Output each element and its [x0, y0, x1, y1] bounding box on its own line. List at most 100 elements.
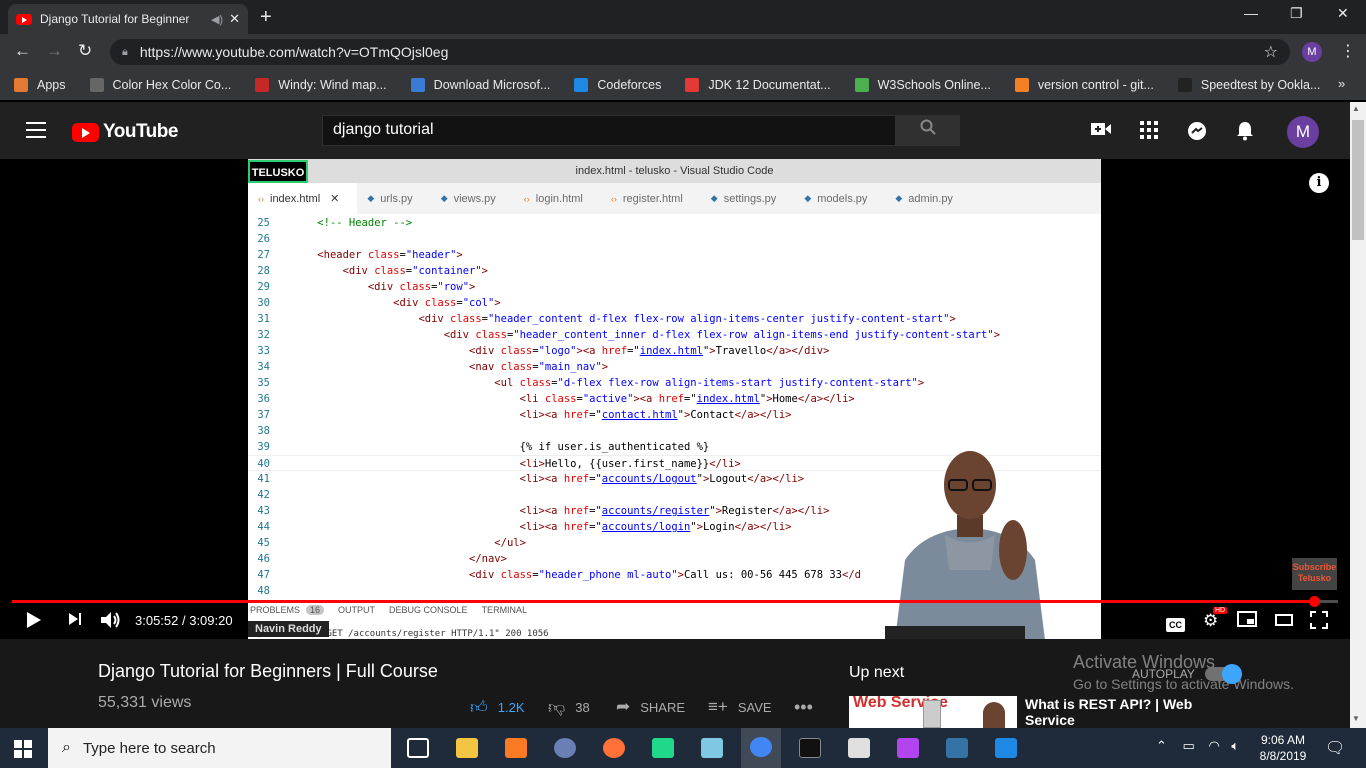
python-icon[interactable]	[944, 736, 970, 760]
code-token: <li><a	[519, 521, 564, 533]
code-token: class	[450, 313, 482, 325]
youtube-favicon-icon	[16, 13, 32, 25]
task-view-icon[interactable]	[405, 736, 431, 760]
firefox-icon[interactable]	[601, 736, 627, 760]
pycharm-icon[interactable]	[650, 736, 676, 760]
theater-mode-icon[interactable]	[1275, 611, 1293, 631]
scroll-down-arrow-icon[interactable]: ▼	[1352, 714, 1360, 723]
code-token: <li	[519, 393, 545, 405]
bookmark-item[interactable]: Windy: Wind map...	[255, 78, 387, 92]
chrome-menu-icon[interactable]: ⋮	[1340, 41, 1356, 61]
guide-menu-icon[interactable]	[26, 122, 46, 143]
closed-captions-icon[interactable]: CC	[1166, 613, 1185, 633]
line-number: 37	[257, 409, 270, 421]
subscribe-watermark[interactable]: Subscribe Telusko	[1292, 558, 1337, 590]
like-button[interactable]: 👍︎ 1.2K	[470, 697, 525, 718]
python-file-icon: ◆	[804, 193, 812, 203]
code-token: "logo"	[538, 345, 577, 357]
ie-window-icon[interactable]	[993, 736, 1019, 760]
player-time-display: 3:05:52 / 3:09:20	[135, 613, 233, 628]
bookmark-star-icon[interactable]: ☆	[1264, 42, 1278, 62]
new-tab-button[interactable]: +	[260, 6, 272, 29]
bookmark-item[interactable]: Speedtest by Ookla...	[1177, 78, 1321, 92]
file-explorer-icon[interactable]	[454, 736, 480, 760]
youtube-search-button[interactable]	[896, 115, 960, 146]
bookmark-item[interactable]: JDK 12 Documentat...	[685, 78, 831, 92]
bookmark-label: Speedtest by Ookla...	[1200, 78, 1321, 92]
recommended-video-thumbnail[interactable]: Web Service	[849, 696, 1017, 728]
minimize-window-icon[interactable]: —	[1244, 5, 1258, 21]
html-file-icon: ‹›	[258, 193, 264, 204]
code-token: ="	[627, 345, 640, 357]
code-token: <li><a	[519, 505, 564, 517]
recommended-video-title[interactable]: What is REST API? | Web Service	[1025, 696, 1225, 728]
windows-start-icon[interactable]	[14, 740, 32, 758]
next-video-icon[interactable]	[68, 611, 82, 631]
cmd-icon[interactable]	[797, 736, 823, 760]
eclipse-icon[interactable]	[552, 736, 578, 760]
youtube-search-input[interactable]: django tutorial	[322, 115, 896, 146]
back-arrow-icon[interactable]: ←	[14, 41, 31, 61]
tab-close-icon[interactable]: ✕	[229, 11, 240, 27]
play-icon[interactable]	[26, 611, 42, 634]
vscode-tab: ‹› register.html	[601, 183, 701, 214]
page-scrollbar-thumb[interactable]	[1352, 120, 1364, 240]
youtube-account-avatar[interactable]: M	[1287, 116, 1319, 148]
autoplay-toggle-knob[interactable]	[1222, 664, 1242, 684]
browser-tab-active[interactable]: Django Tutorial for Beginner ◀) ✕	[8, 4, 248, 34]
notifications-bell-icon[interactable]	[1236, 121, 1254, 146]
bookmark-item[interactable]: Apps	[14, 78, 66, 92]
address-bar[interactable]: 🔒︎ https://www.youtube.com/watch?v=OTmQO…	[110, 39, 1290, 65]
restore-window-icon[interactable]: ❐	[1290, 5, 1303, 22]
system-tray[interactable]: ⌃ ▭ ◠ 🔈︎	[1156, 738, 1239, 754]
share-button[interactable]: ➦ SHARE	[616, 697, 685, 717]
apps-grid-icon[interactable]	[1140, 121, 1158, 144]
xampp-icon[interactable]	[503, 736, 529, 760]
fullscreen-icon[interactable]	[1310, 611, 1328, 634]
forward-arrow-icon[interactable]: →	[46, 41, 63, 61]
bookmark-item[interactable]: W3Schools Online...	[854, 78, 991, 92]
save-button[interactable]: ≡+ SAVE	[708, 697, 772, 717]
python-file-icon: ◆	[895, 193, 903, 203]
taskbar-clock[interactable]: 9:06 AM 8/8/2019	[1255, 732, 1311, 764]
notepad-icon[interactable]	[699, 736, 725, 760]
bookmark-item[interactable]: Codeforces	[574, 78, 661, 92]
vscode-tab-label: models.py	[817, 192, 868, 205]
settings-gear-icon[interactable]: ⚙ HD	[1203, 607, 1228, 631]
phpstorm-icon[interactable]	[895, 736, 921, 760]
code-token: Hello, {{user.first_name}}	[544, 458, 710, 470]
lock-icon: 🔒︎	[122, 45, 128, 58]
bookmark-item[interactable]: version control - git...	[1014, 78, 1154, 92]
tab-audio-icon[interactable]: ◀)	[211, 13, 223, 26]
clock-time: 9:06 AM	[1260, 733, 1306, 747]
volume-icon[interactable]	[100, 611, 122, 634]
youtube-logo[interactable]: YouTube	[72, 121, 178, 143]
scroll-up-arrow-icon[interactable]: ▲	[1352, 104, 1360, 113]
bookmark-item[interactable]: Color Hex Color Co...	[89, 78, 231, 92]
create-video-icon[interactable]	[1091, 121, 1111, 142]
code-line: 26	[248, 231, 1101, 247]
vscode-tab-label: urls.py	[380, 192, 413, 205]
vscode-editor-tabs: ‹› index.html ✕ ◆ urls.py ◆ views.py ‹› login.ht…	[248, 183, 1101, 214]
bookmark-label: Download Microsof...	[433, 78, 551, 92]
more-actions-icon[interactable]: •••	[794, 697, 813, 718]
vscode-tab: ‹› login.html	[514, 183, 601, 214]
action-center-icon[interactable]: 🗨︎	[1325, 738, 1345, 758]
bookmarks-overflow-icon[interactable]: »	[1338, 76, 1345, 91]
reload-icon[interactable]: ↻	[78, 41, 92, 61]
bookmark-label: Apps	[37, 78, 66, 92]
code-token: "header_content d-flex flex-row align-it…	[487, 313, 950, 325]
messages-icon[interactable]	[1187, 121, 1207, 146]
dislike-button[interactable]: 👎︎ 38	[548, 697, 590, 718]
git-icon[interactable]	[846, 736, 872, 760]
code-token: </a></li>	[734, 521, 792, 533]
taskbar-search-box[interactable]: ⌕ Type here to search	[48, 728, 391, 768]
chrome-profile-avatar[interactable]: M	[1302, 42, 1322, 62]
close-window-icon[interactable]: ✕	[1337, 5, 1349, 22]
chrome-icon[interactable]	[741, 728, 781, 768]
info-icon[interactable]: i	[1309, 173, 1329, 193]
code-line: 38	[248, 423, 1101, 439]
bookmark-item[interactable]: Download Microsof...	[410, 78, 551, 92]
code-token: </d	[842, 569, 861, 581]
miniplayer-icon[interactable]	[1237, 611, 1257, 632]
